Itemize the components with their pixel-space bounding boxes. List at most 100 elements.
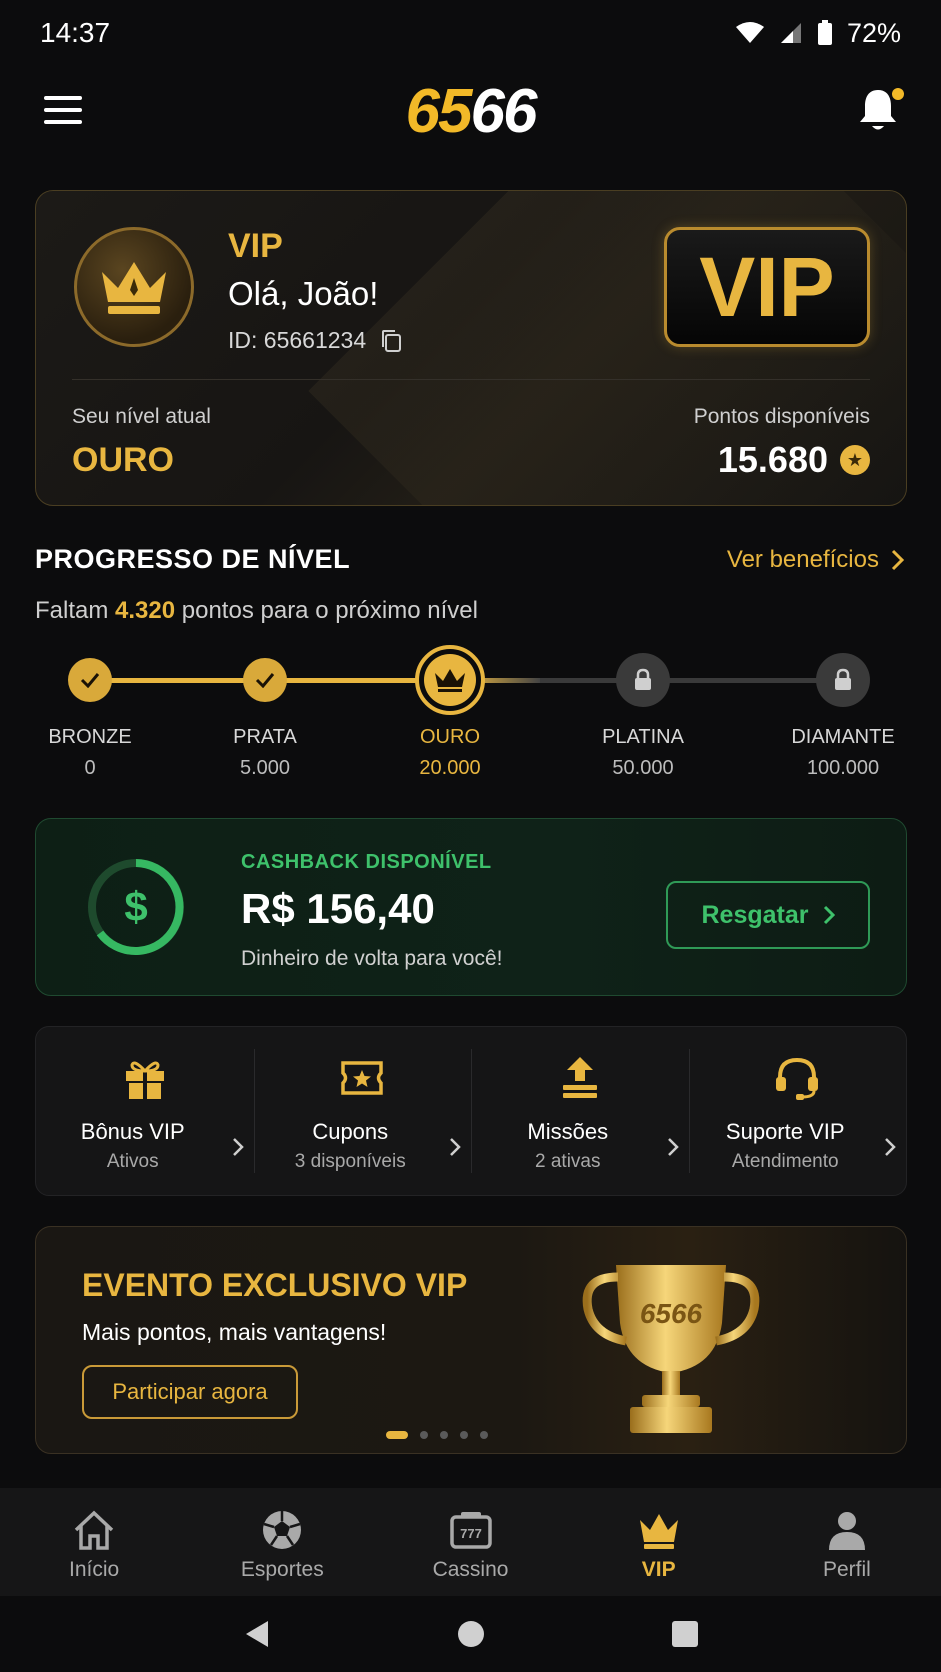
svg-text:$: $: [124, 883, 147, 930]
recents-icon[interactable]: [671, 1620, 699, 1648]
wifi-icon: [735, 22, 764, 43]
chevron-right-icon: [891, 549, 905, 571]
progress-subtitle: Faltam 4.320 pontos para o próximo nível: [35, 597, 478, 625]
quick-action-cupons[interactable]: Cupons 3 disponíveis: [253, 1027, 472, 1195]
upload-stack-icon: [562, 1057, 597, 1098]
nav-label: Perfil: [822, 1558, 871, 1581]
crown-badge: [74, 227, 194, 347]
step-name: DIAMANTE: [791, 726, 895, 748]
level-label: Seu nível atual: [72, 405, 211, 428]
svg-text:777: 777: [460, 1526, 482, 1541]
ticket-icon: [341, 1061, 383, 1095]
quick-actions: Bônus VIP Ativos Cupons 3 disponíveis Mi…: [35, 1026, 907, 1196]
view-benefits-label: Ver benefícios: [726, 546, 879, 573]
carousel-dot-active[interactable]: [386, 1431, 408, 1439]
nav-label: VIP: [641, 1558, 676, 1581]
step-node-prata: [243, 658, 287, 702]
nav-inicio[interactable]: Início: [0, 1488, 188, 1596]
copy-icon[interactable]: [380, 329, 402, 353]
bottom-nav: Início Esportes 777 Cassino VIP Perfil: [0, 1488, 941, 1596]
step-node-platina: [616, 653, 670, 707]
step-ouro: OURO 20.000: [370, 726, 530, 780]
app-header: 6566: [0, 66, 941, 186]
quick-action-subtitle: 2 ativas: [535, 1151, 601, 1172]
status-icons: 72%: [735, 18, 901, 49]
nav-vip[interactable]: VIP: [565, 1488, 753, 1596]
points-row: 15.680 ★: [718, 439, 870, 481]
home-circle-icon[interactable]: [456, 1619, 486, 1649]
level-value: OURO: [72, 441, 174, 479]
check-icon: [255, 673, 275, 688]
step-name: PLATINA: [602, 726, 684, 748]
user-id: ID: 65661234: [228, 327, 367, 353]
track-empty: [540, 678, 840, 683]
battery-level: 72%: [846, 17, 901, 48]
participate-button[interactable]: Participar agora: [82, 1365, 298, 1419]
step-points: 50.000: [612, 757, 674, 779]
quick-action-bonus-vip[interactable]: Bônus VIP Ativos: [36, 1027, 254, 1195]
carousel-dot[interactable]: [460, 1431, 468, 1439]
headset-icon: [776, 1057, 819, 1100]
nav-cassino[interactable]: 777 Cassino: [376, 1488, 564, 1596]
quick-action-title: Cupons: [312, 1119, 389, 1144]
status-time: 14:37: [40, 17, 111, 48]
nav-label: Cassino: [432, 1558, 509, 1581]
quick-action-title: Missões: [527, 1119, 609, 1144]
event-banner[interactable]: EVENTO EXCLUSIVO VIP Mais pontos, mais v…: [35, 1226, 907, 1454]
logo-part-2: 66: [470, 77, 538, 146]
carousel-dot[interactable]: [480, 1431, 488, 1439]
trophy-text: 6566: [640, 1298, 703, 1329]
chevron-right-icon: [667, 1138, 679, 1156]
cashback-dollar-icon: $: [88, 859, 184, 955]
carousel-dot[interactable]: [440, 1431, 448, 1439]
crown-icon: [102, 262, 166, 314]
divider: [72, 379, 870, 380]
user-id-row: ID: 65661234: [228, 327, 402, 354]
event-subtitle: Mais pontos, mais vantagens!: [82, 1319, 387, 1345]
step-name: OURO: [420, 726, 480, 748]
cashback-label: CASHBACK DISPONÍVEL: [241, 851, 492, 873]
nav-label: Início: [69, 1558, 120, 1581]
back-icon[interactable]: [242, 1619, 272, 1649]
step-node-diamante: [816, 653, 870, 707]
quick-action-suporte-vip[interactable]: Suporte VIP Atendimento: [688, 1027, 907, 1195]
step-platina: PLATINA 50.000: [563, 726, 723, 780]
quick-action-missoes[interactable]: Missões 2 ativas: [471, 1027, 689, 1195]
check-icon: [80, 673, 100, 688]
quick-action-subtitle: 3 disponíveis: [294, 1151, 406, 1172]
cashback-card: $ CASHBACK DISPONÍVEL R$ 156,40 Dinheiro…: [35, 818, 907, 996]
step-points: 100.000: [806, 757, 880, 779]
battery-icon: [817, 20, 832, 45]
carousel-dot[interactable]: [420, 1431, 428, 1439]
step-node-ouro: [415, 645, 485, 715]
redeem-button-label: Resgatar: [701, 900, 809, 929]
vip-card: VIP Olá, João! ID: 65661234 VIP Seu níve…: [35, 190, 907, 506]
progress-sub-suffix: pontos para o próximo nível: [181, 597, 478, 624]
logo-part-1: 65: [405, 77, 473, 146]
view-benefits-link[interactable]: Ver benefícios: [727, 546, 905, 574]
step-points: 5.000: [239, 757, 291, 779]
chevron-right-icon: [450, 1138, 461, 1156]
signal-icon: [780, 23, 801, 43]
brand-logo[interactable]: 6566: [0, 76, 941, 147]
redeem-button[interactable]: Resgatar: [666, 881, 870, 949]
cashback-subtitle: Dinheiro de volta para você!: [241, 947, 503, 970]
trophy-icon: 6566: [582, 1265, 760, 1433]
step-bronze: BRONZE 0: [10, 726, 170, 780]
crown-icon: [435, 669, 465, 692]
notification-dot: [892, 88, 904, 100]
step-name: BRONZE: [48, 726, 132, 748]
crown-icon: [639, 1514, 678, 1549]
progress-title: PROGRESSO DE NÍVEL: [35, 544, 351, 574]
step-prata: PRATA 5.000: [185, 726, 345, 780]
status-bar: 14:37 72%: [0, 0, 941, 66]
points-value: 15.680: [717, 439, 828, 480]
vip-logo: VIP: [664, 227, 870, 347]
nav-esportes[interactable]: Esportes: [188, 1488, 376, 1596]
nav-perfil[interactable]: Perfil: [753, 1488, 941, 1596]
progress-sub-prefix: Faltam: [35, 597, 109, 624]
step-diamante: DIAMANTE 100.000: [763, 726, 923, 780]
chevron-right-icon: [823, 905, 835, 925]
nav-label: Esportes: [240, 1558, 324, 1581]
star-coin-icon: ★: [840, 445, 870, 475]
